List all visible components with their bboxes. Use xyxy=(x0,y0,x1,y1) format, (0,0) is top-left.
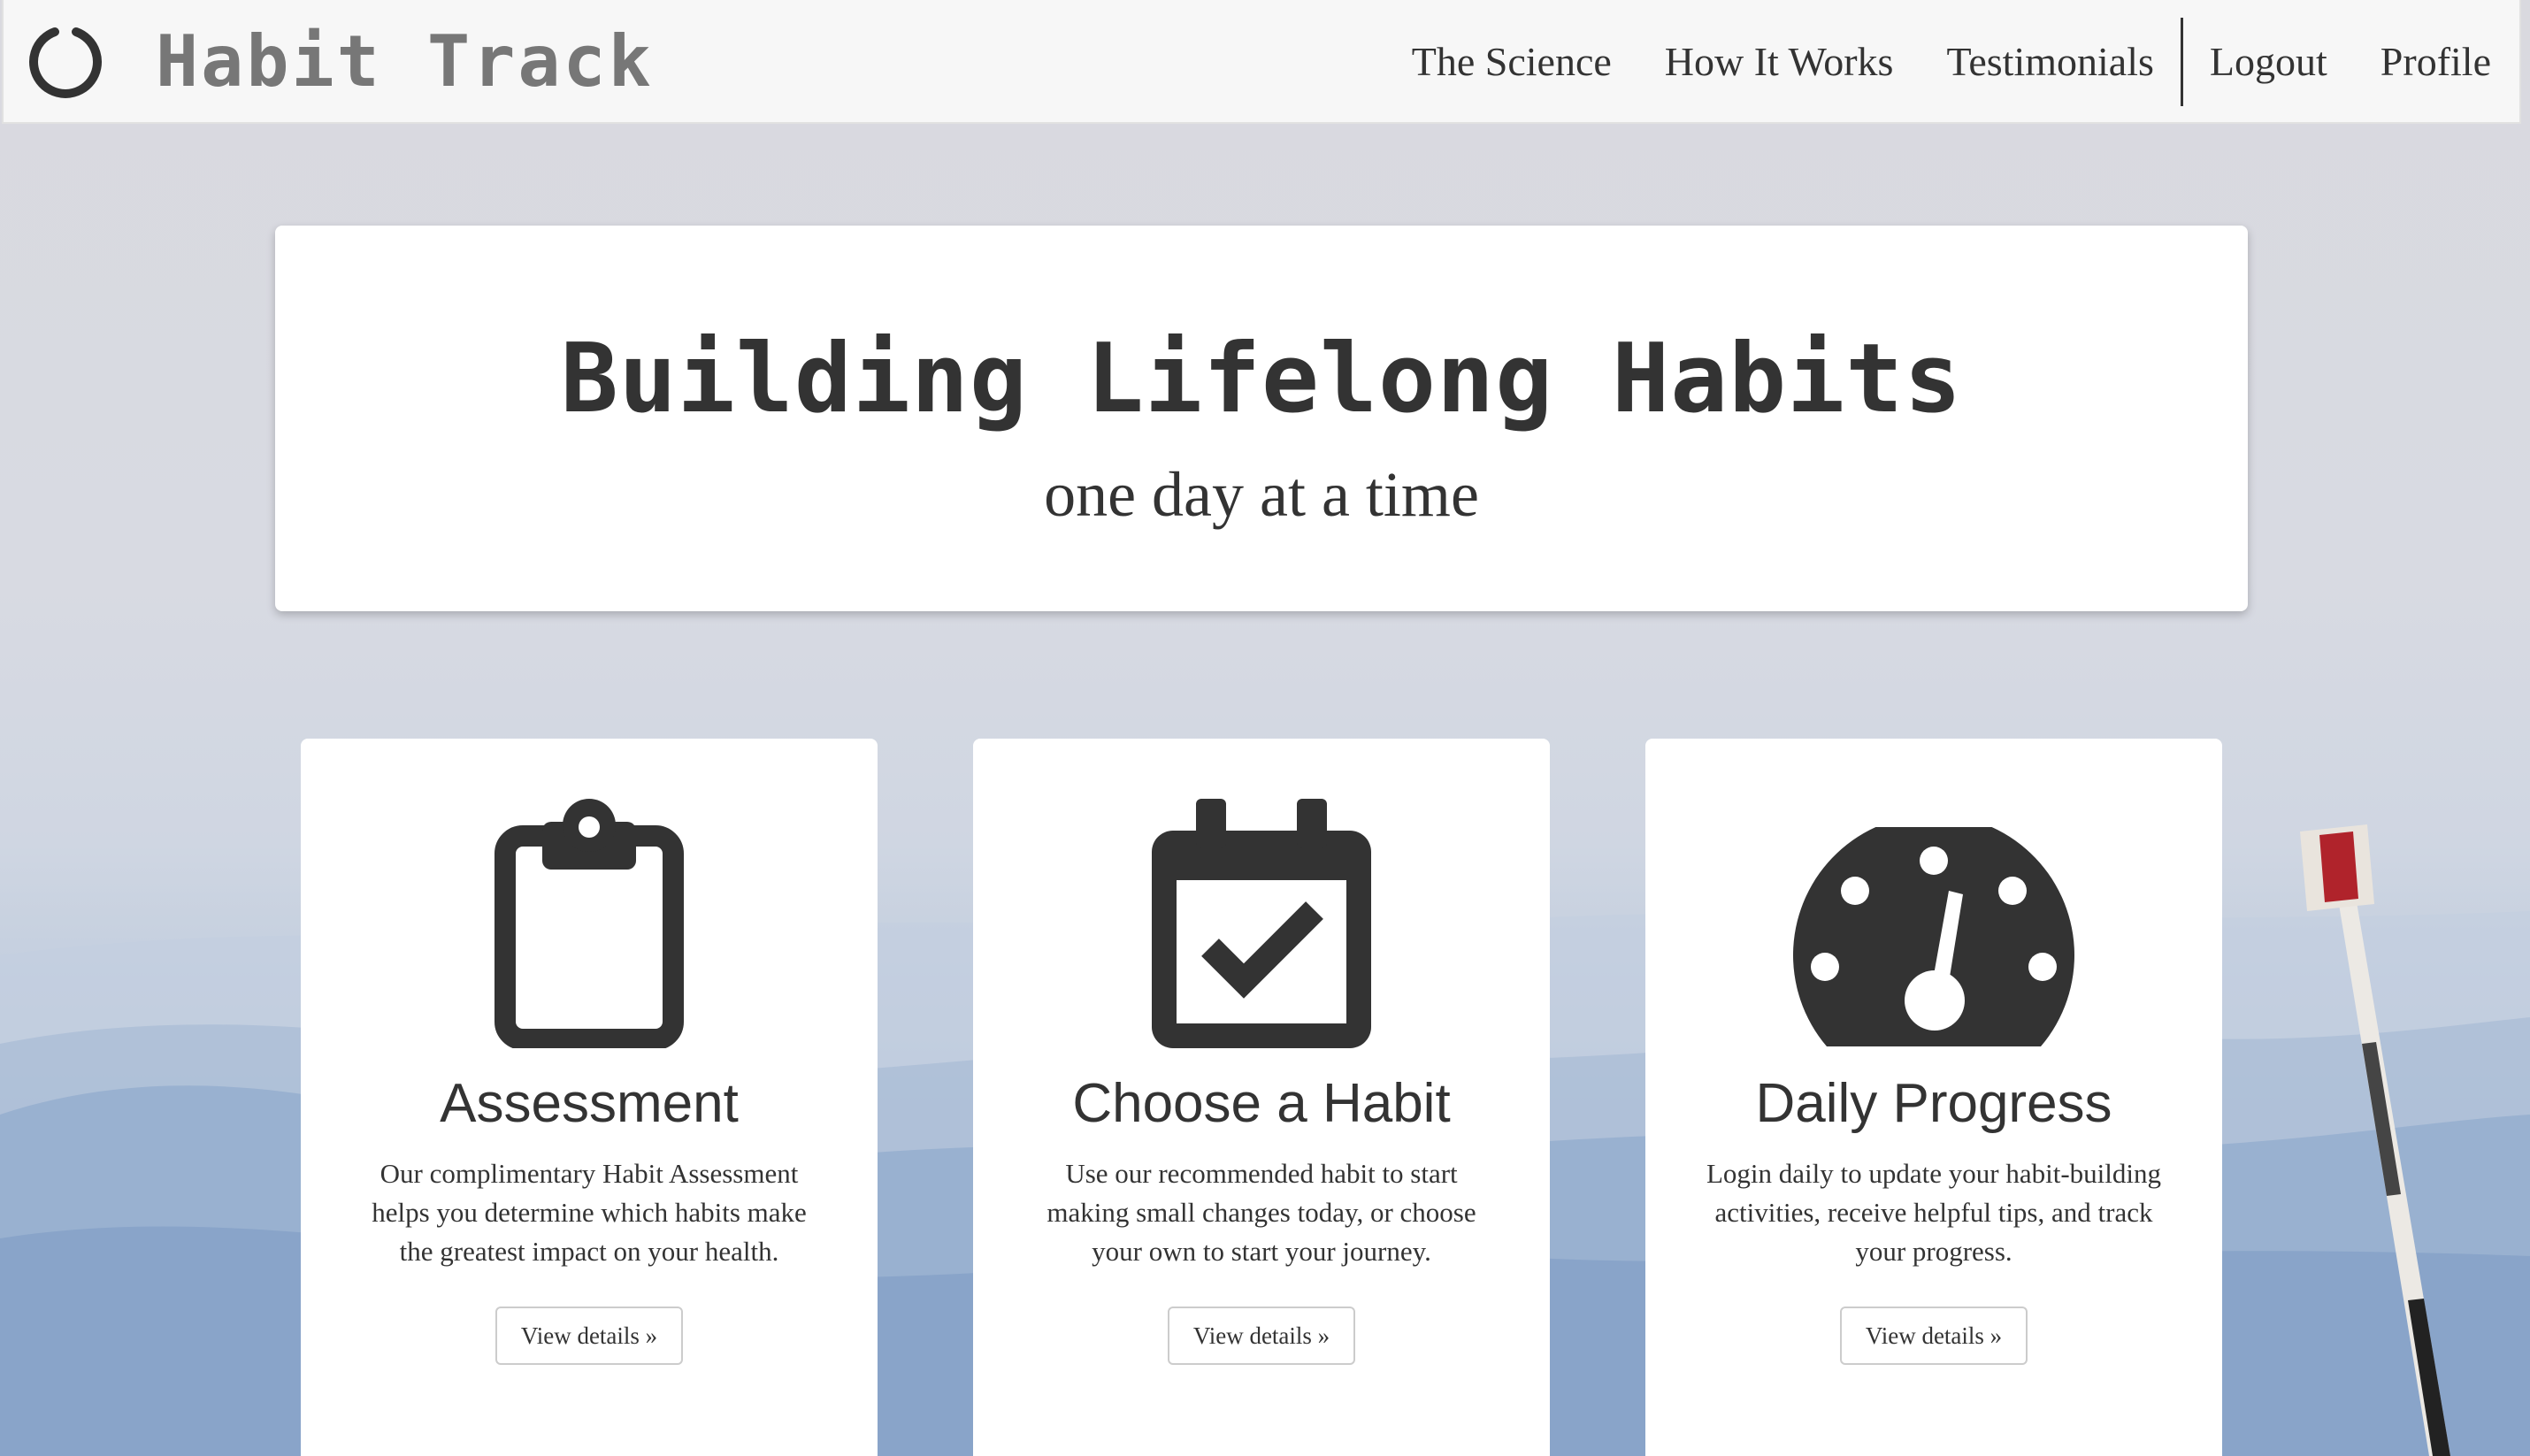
card-title: Daily Progress xyxy=(1755,1073,2112,1134)
nav-link-how-it-works[interactable]: How It Works xyxy=(1638,0,1920,124)
dashboard-gauge-icon xyxy=(1793,827,2074,1046)
nav-link-logout[interactable]: Logout xyxy=(2183,0,2354,124)
brand-link[interactable]: Habit Track xyxy=(28,21,654,103)
feature-card-choose-habit: Choose a Habit Use our recommended habit… xyxy=(973,739,1550,1456)
card-description: Login daily to update your habit-buildin… xyxy=(1706,1158,2161,1267)
feature-card-assessment: Assessment Our complimentary Habit Asses… xyxy=(301,739,878,1456)
hero-subtitle: one day at a time xyxy=(1044,459,1479,530)
card-description: Our complimentary Habit Assessment helps… xyxy=(372,1158,807,1267)
feature-card-daily-progress: Daily Progress Login daily to update you… xyxy=(1645,739,2222,1456)
view-details-button[interactable]: View details » xyxy=(1840,1307,2028,1365)
calendar-check-icon xyxy=(1152,799,1371,1048)
card-title: Choose a Habit xyxy=(1072,1073,1451,1134)
clipboard-icon xyxy=(494,799,684,1048)
card-title: Assessment xyxy=(440,1073,739,1134)
nav-links: The Science How It Works Testimonials Lo… xyxy=(1385,0,2519,124)
nav-link-testimonials[interactable]: Testimonials xyxy=(1920,0,2180,124)
nav-link-the-science[interactable]: The Science xyxy=(1385,0,1638,124)
card-description: Use our recommended habit to start makin… xyxy=(1046,1158,1476,1267)
view-details-button[interactable]: View details » xyxy=(495,1307,683,1365)
view-details-button[interactable]: View details » xyxy=(1168,1307,1355,1365)
hero-title: Building Lifelong Habits xyxy=(560,324,1963,434)
brand-name: Habit Track xyxy=(156,20,654,103)
nav-link-profile[interactable]: Profile xyxy=(2354,0,2519,124)
hero-panel: Building Lifelong Habits one day at a ti… xyxy=(275,226,2248,611)
top-navbar: Habit Track The Science How It Works Tes… xyxy=(2,0,2521,124)
circle-notch-logo-icon xyxy=(29,27,102,98)
